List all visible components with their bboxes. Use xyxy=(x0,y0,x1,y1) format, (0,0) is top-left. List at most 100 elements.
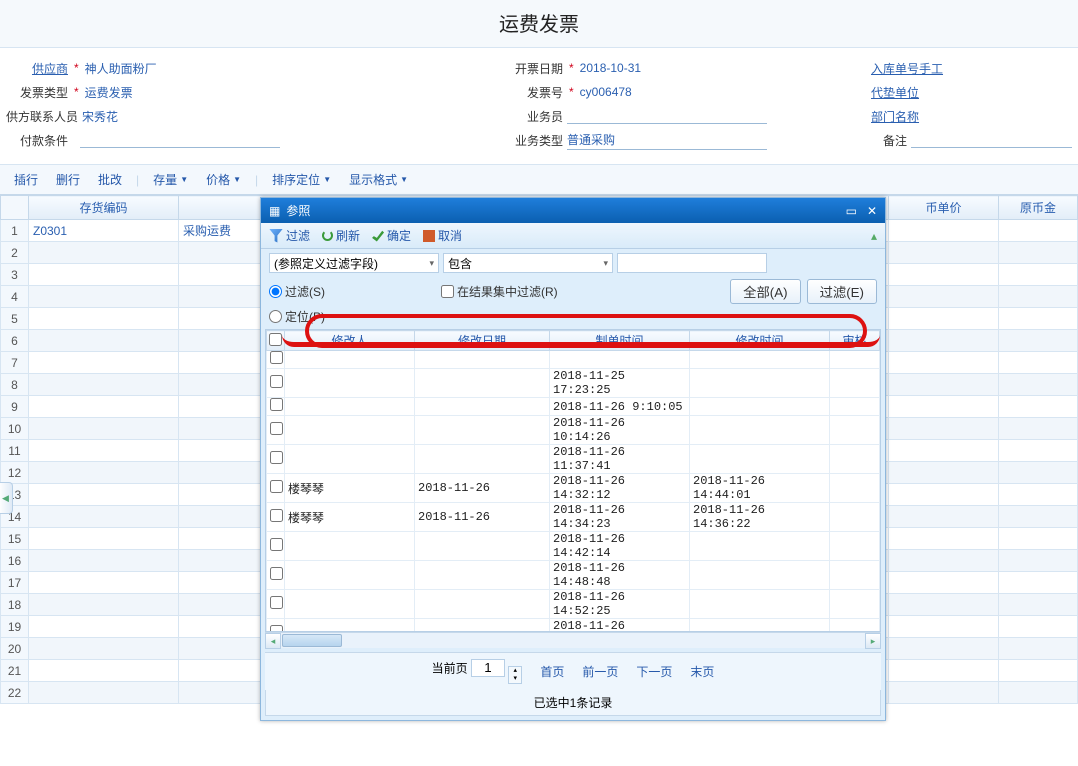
tool-delete[interactable]: 删行 xyxy=(50,169,86,190)
col-audit[interactable]: 审核 xyxy=(830,331,880,351)
col-create[interactable]: 制单时间 xyxy=(550,331,690,351)
filter-value-input[interactable] xyxy=(617,253,767,273)
dept-label[interactable]: 部门名称 xyxy=(871,108,919,125)
tool-insert[interactable]: 插行 xyxy=(8,169,44,190)
dialog-title: 参照 xyxy=(286,202,310,219)
row-checkbox[interactable] xyxy=(270,398,283,411)
radio-filter[interactable]: 过滤(S) xyxy=(269,283,325,300)
pager-cur-label: 当前页 xyxy=(432,661,468,675)
table-row[interactable]: 2018-11-26 14:52:25 xyxy=(267,590,880,619)
invoice-date-label: 开票日期 xyxy=(501,60,563,77)
scroll-thumb[interactable] xyxy=(282,634,342,647)
tool-stock[interactable]: 存量▼ xyxy=(147,169,194,190)
table-row[interactable]: 楼琴琴2018-11-262018-11-26 14:32:122018-11-… xyxy=(267,474,880,503)
table-row[interactable] xyxy=(267,351,880,369)
invoice-date-value[interactable]: 2018-10-31 xyxy=(580,61,641,75)
btn-filter[interactable]: 过滤(E) xyxy=(807,279,877,304)
scroll-left-icon[interactable]: ◂ xyxy=(265,633,281,649)
radio-locate[interactable]: 定位(P) xyxy=(269,308,325,325)
scroll-right-icon[interactable]: ▸ xyxy=(865,633,881,649)
tb-ok[interactable]: 确定 xyxy=(372,227,411,244)
table-row[interactable]: 2018-11-26 14:42:14 xyxy=(267,532,880,561)
chevron-down-icon: ▼ xyxy=(400,175,408,184)
separator-icon: | xyxy=(136,173,139,187)
invoice-no-value[interactable]: cy006478 xyxy=(580,85,632,99)
col-code[interactable]: 存货编码 xyxy=(29,196,179,220)
payterm-value[interactable] xyxy=(80,132,280,148)
table-row[interactable]: 2018-11-26 16:20:09 xyxy=(267,619,880,632)
step-up-icon: ▴ xyxy=(509,667,521,675)
invoice-type-value[interactable]: 运费发票 xyxy=(85,84,133,101)
table-row[interactable]: 2018-11-26 11:37:41 xyxy=(267,445,880,474)
pager-prev[interactable]: 前一页 xyxy=(582,663,618,680)
payterm-label: 付款条件 xyxy=(6,132,68,149)
filter-op-select[interactable]: 包含 xyxy=(443,253,613,273)
tool-sort[interactable]: 排序定位▼ xyxy=(266,169,337,190)
expand-left-handle[interactable]: ◀ xyxy=(0,482,13,514)
biztype-value[interactable]: 普通采购 xyxy=(567,131,767,150)
filter-field-select[interactable]: (参照定义过滤字段) xyxy=(269,253,439,273)
app-icon: ▦ xyxy=(269,204,280,218)
remark-label: 备注 xyxy=(871,132,907,149)
table-row[interactable]: 2018-11-26 10:14:26 xyxy=(267,416,880,445)
supplier-label[interactable]: 供应商 xyxy=(6,60,68,77)
required-icon: * xyxy=(74,85,79,99)
row-checkbox[interactable] xyxy=(270,567,283,580)
h-scrollbar[interactable]: ◂ ▸ xyxy=(265,632,881,648)
chevron-down-icon: ▼ xyxy=(323,175,331,184)
supplier-value[interactable]: 神人助面粉厂 xyxy=(85,60,157,77)
row-checkbox[interactable] xyxy=(270,625,283,632)
bizman-value[interactable] xyxy=(567,108,767,124)
step-down-icon: ▾ xyxy=(509,675,521,683)
btn-all[interactable]: 全部(A) xyxy=(730,279,800,304)
form-area: 供应商 * 神人助面粉厂 开票日期 * 2018-10-31 入库单号手工 发票… xyxy=(0,48,1078,165)
filter-icon xyxy=(269,229,283,243)
chevron-down-icon: ▼ xyxy=(233,175,241,184)
table-row[interactable]: 2018-11-26 14:48:48 xyxy=(267,561,880,590)
pager-first[interactable]: 首页 xyxy=(540,663,564,680)
col-modifier[interactable]: 修改人 xyxy=(285,331,415,351)
col-moddate[interactable]: 修改日期 xyxy=(415,331,550,351)
row-checkbox[interactable] xyxy=(270,509,283,522)
collapse-toggle[interactable]: ▴ xyxy=(871,229,877,243)
table-row[interactable]: 楼琴琴2018-11-262018-11-26 14:34:232018-11-… xyxy=(267,503,880,532)
row-checkbox[interactable] xyxy=(270,351,283,364)
row-checkbox[interactable] xyxy=(270,451,283,464)
close-button[interactable]: ✕ xyxy=(867,204,877,218)
ok-icon xyxy=(372,230,384,242)
col-rownum[interactable] xyxy=(1,196,29,220)
col-modtime[interactable]: 修改时间 xyxy=(690,331,830,351)
minimize-button[interactable]: ▭ xyxy=(846,204,857,218)
tool-batch[interactable]: 批改 xyxy=(92,169,128,190)
pager-next[interactable]: 下一页 xyxy=(636,663,672,680)
bizman-label: 业务员 xyxy=(501,108,563,125)
pager-current-input[interactable] xyxy=(471,659,505,677)
col-unitprice[interactable]: 币单价 xyxy=(889,196,999,220)
col-orig[interactable]: 原币金 xyxy=(999,196,1078,220)
col-check[interactable] xyxy=(267,331,285,351)
grid-toolbar: 插行 删行 批改 | 存量▼ 价格▼ | 排序定位▼ 显示格式▼ xyxy=(0,165,1078,195)
contact-value[interactable]: 宋秀花 xyxy=(82,108,118,125)
row-checkbox[interactable] xyxy=(270,422,283,435)
proxy-unit-label[interactable]: 代垫单位 xyxy=(871,84,919,101)
tool-price[interactable]: 价格▼ xyxy=(200,169,247,190)
row-checkbox[interactable] xyxy=(270,375,283,388)
reference-dialog: ▦ 参照 ▭ ✕ 过滤 刷新 确定 取消 ▴ (参照定义过滤字段) 包含 过滤(… xyxy=(260,197,886,721)
row-checkbox[interactable] xyxy=(270,480,283,493)
chk-inresult[interactable]: 在结果集中过滤(R) xyxy=(441,283,558,300)
dialog-titlebar[interactable]: ▦ 参照 ▭ ✕ xyxy=(261,198,885,223)
tb-cancel[interactable]: 取消 xyxy=(423,227,462,244)
pager-stepper[interactable]: ▴▾ xyxy=(508,666,522,684)
row-checkbox[interactable] xyxy=(270,538,283,551)
tb-filter[interactable]: 过滤 xyxy=(269,227,310,244)
refresh-icon xyxy=(322,230,333,241)
tool-view[interactable]: 显示格式▼ xyxy=(343,169,414,190)
receipt-no-label[interactable]: 入库单号手工 xyxy=(871,60,943,77)
table-row[interactable]: 2018-11-26 9:10:05 xyxy=(267,398,880,416)
pager-last[interactable]: 末页 xyxy=(690,663,714,680)
remark-value[interactable] xyxy=(911,132,1072,148)
row-checkbox[interactable] xyxy=(270,596,283,609)
tb-refresh[interactable]: 刷新 xyxy=(322,227,360,244)
table-row[interactable]: 2018-11-25 17:23:25 xyxy=(267,369,880,398)
filter-controls: (参照定义过滤字段) 包含 xyxy=(261,249,885,277)
